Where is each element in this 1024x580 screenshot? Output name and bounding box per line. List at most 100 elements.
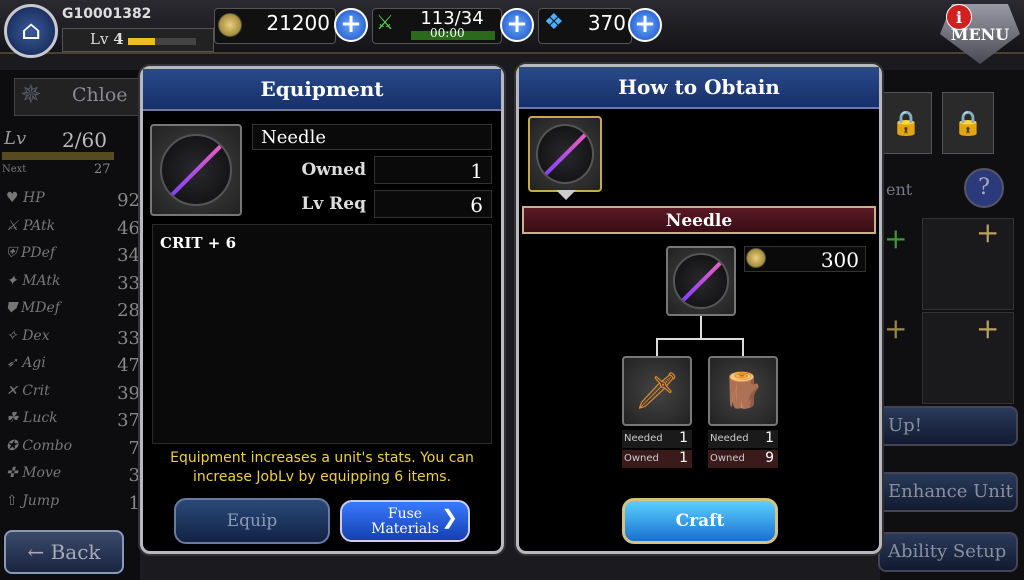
add-gems-button[interactable]: + (628, 8, 662, 42)
stat-value: 47 (117, 355, 140, 376)
effect-text: CRIT + 6 (160, 234, 237, 252)
stat-name: Crit (22, 382, 50, 399)
plus-icon-3: + (976, 312, 1000, 345)
stat-icon: ☘ (6, 410, 24, 426)
stat-row: ⇧ Jump 1 (6, 493, 142, 515)
stat-icon: ✪ (6, 437, 23, 454)
stat-value: 39 (117, 382, 140, 404)
tree-line (656, 338, 658, 356)
obtain-item-slot[interactable] (528, 116, 602, 192)
stat-row: ⚔ PAtk 46 (6, 218, 142, 240)
ability-label: Ability Setup (888, 541, 1007, 562)
stat-name: Jump (22, 492, 60, 509)
material-1-needed: Needed 1 (622, 430, 692, 448)
stat-value: 37 (117, 410, 140, 431)
back-button[interactable]: ← Back (4, 530, 124, 574)
equipment-partial-label: ent (886, 180, 913, 199)
owned-label: Owned (624, 453, 659, 464)
job-emblem-icon: ✵ (20, 80, 42, 110)
stat-row: ✪ Combo 7 (6, 438, 142, 460)
equipment-item-slot[interactable] (150, 124, 242, 216)
material-slot-2[interactable]: 🪵 (708, 356, 778, 426)
stat-icon: ♥ (6, 190, 24, 206)
plus-icon: + (976, 216, 1000, 249)
hint-line-2: increase JobLv by equipping 6 items. (192, 469, 452, 485)
crossed-swords-icon: ⚔ (376, 10, 394, 34)
plus-icon-green: + (884, 222, 908, 255)
equipment-name: Needle (252, 124, 492, 150)
tree-line (656, 338, 744, 340)
gold-coin-icon (218, 13, 242, 37)
next-value: 27 (94, 162, 111, 177)
enhance-unit-button[interactable]: Enhance Unit (878, 472, 1018, 512)
back-label: Back (50, 540, 101, 564)
equip-slot-3[interactable] (922, 218, 1014, 310)
chevron-right-icon: ❯ (441, 505, 458, 529)
stat-icon: ⛊ (6, 300, 21, 316)
equip-button[interactable]: Equip (174, 498, 330, 544)
craft-button[interactable]: Craft (622, 498, 778, 544)
stat-row: ⛊ MDef 28 (6, 300, 142, 322)
stat-name: Combo (22, 437, 72, 454)
material-2-owned: Owned 9 (708, 450, 778, 468)
branch-icon: 🪵 (721, 371, 765, 411)
ability-setup-button[interactable]: Ability Setup (878, 532, 1018, 572)
equip-label: Equip (226, 511, 278, 531)
stat-value: 34 (117, 245, 140, 266)
stamina-timer: 00:00 (430, 26, 465, 40)
next-label: Next (2, 164, 27, 175)
tree-line (700, 316, 702, 338)
obtain-title: How to Obtain (519, 67, 879, 109)
owned-label: Owned (301, 160, 366, 180)
stat-row: ⛨ PDef 34 (6, 245, 142, 267)
level-up-button[interactable]: Up! (878, 406, 1018, 446)
gem-value: 370 (587, 11, 626, 35)
stat-icon: ✕ (6, 382, 23, 399)
equip-slot-6[interactable] (922, 312, 1014, 404)
stat-name: PAtk (23, 217, 56, 234)
owned-label: Owned (710, 453, 745, 464)
tree-line (742, 338, 744, 356)
info-notification-icon[interactable]: i (946, 4, 972, 30)
sword-icon: 🗡 (634, 371, 680, 412)
needle-icon (673, 253, 729, 309)
stat-name: MAtk (22, 272, 61, 289)
stat-value: 33 (117, 327, 140, 349)
home-button[interactable]: ⌂ (4, 4, 58, 58)
needed-value: 1 (679, 430, 688, 446)
stat-value: 28 (117, 300, 140, 321)
gold-value: 21200 (266, 11, 330, 35)
stat-name: HP (23, 190, 45, 206)
stat-icon: ⚔ (6, 217, 24, 234)
stat-icon: ✧ (6, 327, 23, 344)
stat-row: ✦ MAtk 33 (6, 273, 142, 295)
craft-result-slot[interactable] (666, 246, 736, 316)
pointer-icon (556, 190, 576, 200)
lock-icon-2: 🔒 (942, 92, 994, 154)
add-gold-button[interactable]: + (334, 8, 368, 42)
fuse-materials-button[interactable]: Fuse Materials ❯ (340, 500, 470, 542)
help-button[interactable]: ? (964, 168, 1004, 208)
player-level-label: Lv (90, 30, 109, 48)
stat-value: 92 (117, 190, 140, 211)
stat-row: ♥ HP 92 (6, 190, 142, 212)
unit-exp-bar (2, 152, 114, 160)
needle-icon (535, 123, 595, 185)
add-stamina-button[interactable]: + (500, 8, 534, 42)
hint-line-1: Equipment increases a unit's stats. You … (170, 450, 474, 466)
unit-name: Chloe (72, 84, 128, 106)
stat-value: 46 (117, 217, 140, 239)
owned-value: 1 (679, 450, 688, 466)
owned-value: 1 (374, 156, 492, 184)
stat-value: 7 (128, 437, 140, 459)
home-icon: ⌂ (21, 16, 41, 46)
stat-name: Luck (23, 410, 58, 426)
stat-name: Agi (22, 355, 46, 371)
material-slot-1[interactable]: 🗡 (622, 356, 692, 426)
player-level: Lv 4 (90, 30, 124, 48)
stat-row: ✕ Crit 39 (6, 383, 142, 405)
player-exp-fill (128, 38, 156, 45)
lock-icon: 🔒 (880, 92, 932, 154)
unit-level-value: 2/60 (62, 128, 107, 152)
gem-icon: ❖ (544, 10, 564, 35)
